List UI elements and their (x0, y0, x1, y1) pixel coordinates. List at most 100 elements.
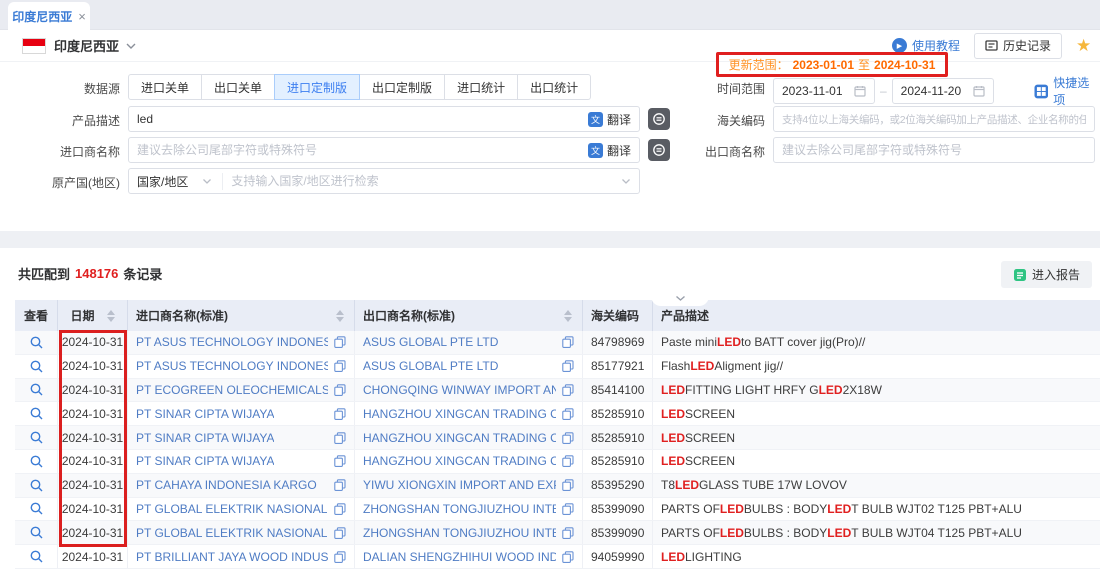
copy-icon[interactable] (334, 479, 346, 491)
exporter-link[interactable]: ASUS GLOBAL PTE LTD (363, 335, 498, 349)
copy-button[interactable] (556, 384, 574, 396)
exporter-input[interactable] (782, 143, 1086, 157)
sort-asc-icon[interactable] (107, 310, 115, 315)
favorite-star-icon[interactable]: ★ (1076, 36, 1086, 56)
origin-country-select[interactable]: 国家/地区 (137, 173, 223, 190)
copy-button[interactable] (328, 360, 346, 372)
sort-desc-icon[interactable] (564, 317, 572, 322)
copy-button[interactable] (328, 432, 346, 444)
magnifier-icon[interactable] (30, 360, 43, 373)
copy-button[interactable] (328, 479, 346, 491)
copy-button[interactable] (328, 527, 346, 539)
sort-desc-icon[interactable] (107, 317, 115, 322)
exporter-link[interactable]: HANGZHOU XINGCAN TRADING CO LTD (363, 431, 556, 445)
copy-button[interactable] (556, 360, 574, 372)
importer-link[interactable]: PT SINAR CIPTA WIJAYA (136, 431, 274, 445)
copy-icon[interactable] (334, 455, 346, 467)
copy-icon[interactable] (562, 432, 574, 444)
copy-icon[interactable] (562, 408, 574, 420)
copy-button[interactable] (556, 455, 574, 467)
sort-asc-icon[interactable] (336, 310, 344, 315)
date-to-input[interactable]: 2024-11-20 (892, 78, 994, 104)
magnifier-icon[interactable] (30, 526, 43, 539)
copy-icon[interactable] (562, 384, 574, 396)
copy-button[interactable] (328, 336, 346, 348)
importer-input[interactable] (137, 143, 582, 157)
copy-icon[interactable] (334, 408, 346, 420)
copy-button[interactable] (328, 408, 346, 420)
copy-icon[interactable] (562, 455, 574, 467)
copy-button[interactable] (328, 455, 346, 467)
copy-icon[interactable] (562, 336, 574, 348)
copy-icon[interactable] (334, 432, 346, 444)
sort-carets[interactable] (564, 310, 572, 322)
exporter-link[interactable]: YIWU XIONGXIN IMPORT AND EXPORT... (363, 478, 556, 492)
importer-link[interactable]: PT SINAR CIPTA WIJAYA (136, 407, 274, 421)
importer-link[interactable]: PT CAHAYA INDONESIA KARGO (136, 478, 317, 492)
copy-button[interactable] (556, 551, 574, 563)
exporter-link[interactable]: HANGZHOU XINGCAN TRADING CO LTD (363, 454, 556, 468)
chevron-down-icon[interactable] (125, 42, 137, 50)
magnifier-icon[interactable] (30, 502, 43, 515)
column-header-1[interactable]: 日期 (58, 300, 128, 331)
importer-link[interactable]: PT GLOBAL ELEKTRIK NASIONAL (136, 502, 327, 516)
copy-icon[interactable] (562, 551, 574, 563)
exporter-link[interactable]: ZHONGSHAN TONGJIUZHOU INTERNA... (363, 502, 556, 516)
magnifier-icon[interactable] (30, 550, 43, 563)
copy-icon[interactable] (334, 551, 346, 563)
copy-icon[interactable] (334, 527, 346, 539)
magnifier-icon[interactable] (30, 431, 43, 444)
data-source-tab-出口定制版[interactable]: 出口定制版 (359, 74, 445, 100)
importer-link[interactable]: PT SINAR CIPTA WIJAYA (136, 454, 274, 468)
copy-button[interactable] (328, 384, 346, 396)
magnifier-icon[interactable] (30, 455, 43, 468)
copy-icon[interactable] (562, 527, 574, 539)
exporter-link[interactable]: CHONGQING WINWAY IMPORT AND E... (363, 383, 556, 397)
translate-button[interactable]: 文 翻译 (588, 111, 631, 128)
copy-button[interactable] (328, 503, 346, 515)
history-button[interactable]: 历史记录 (974, 33, 1062, 59)
product-desc-input[interactable] (137, 112, 582, 126)
copy-icon[interactable] (334, 503, 346, 515)
column-header-3[interactable]: 出口商名称(标准) (355, 300, 583, 331)
sort-desc-icon[interactable] (336, 317, 344, 322)
exporter-link[interactable]: HANGZHOU XINGCAN TRADING CO LTD (363, 407, 556, 421)
copy-button[interactable] (556, 479, 574, 491)
data-source-tab-进口关单[interactable]: 进口关单 (128, 74, 202, 100)
quick-options-link[interactable]: 快捷选项 (1034, 74, 1100, 108)
chevron-down-icon[interactable] (621, 178, 631, 185)
sort-asc-icon[interactable] (564, 310, 572, 315)
magnifier-icon[interactable] (30, 336, 43, 349)
tab-close-icon[interactable]: × (78, 10, 86, 23)
copy-button[interactable] (328, 551, 346, 563)
importer-link[interactable]: PT ASUS TECHNOLOGY INDONESIA BA... (136, 359, 328, 373)
copy-icon[interactable] (562, 503, 574, 515)
importer-link[interactable]: PT ECOGREEN OLEOCHEMICALS (136, 383, 328, 397)
enter-report-button[interactable]: 进入报告 (1001, 261, 1092, 288)
data-source-tab-出口统计[interactable]: 出口统计 (517, 74, 591, 100)
importer-link[interactable]: PT GLOBAL ELEKTRIK NASIONAL (136, 526, 327, 540)
data-source-tab-进口统计[interactable]: 进口统计 (444, 74, 518, 100)
translate-button[interactable]: 文 翻译 (588, 142, 631, 159)
magnifier-icon[interactable] (30, 479, 43, 492)
copy-icon[interactable] (334, 360, 346, 372)
date-from-input[interactable]: 2023-11-01 (773, 78, 875, 104)
magnifier-icon[interactable] (30, 407, 43, 420)
importer-link[interactable]: PT ASUS TECHNOLOGY INDONESIA BA... (136, 335, 328, 349)
country-tab[interactable]: 印度尼西亚 × (8, 2, 90, 30)
exporter-link[interactable]: DALIAN SHENGZHIHUI WOOD INDUST... (363, 550, 556, 564)
copy-button[interactable] (556, 527, 574, 539)
magnifier-icon[interactable] (30, 383, 43, 396)
copy-button[interactable] (556, 503, 574, 515)
collapse-form-button[interactable] (651, 290, 709, 306)
copy-icon[interactable] (334, 384, 346, 396)
sort-carets[interactable] (336, 310, 344, 322)
column-header-2[interactable]: 进口商名称(标准) (128, 300, 355, 331)
origin-country-input[interactable] (231, 174, 621, 188)
sort-carets[interactable] (107, 310, 115, 322)
data-source-tab-进口定制版[interactable]: 进口定制版 (274, 74, 360, 100)
copy-button[interactable] (556, 432, 574, 444)
copy-icon[interactable] (334, 336, 346, 348)
copy-icon[interactable] (562, 479, 574, 491)
copy-button[interactable] (556, 408, 574, 420)
